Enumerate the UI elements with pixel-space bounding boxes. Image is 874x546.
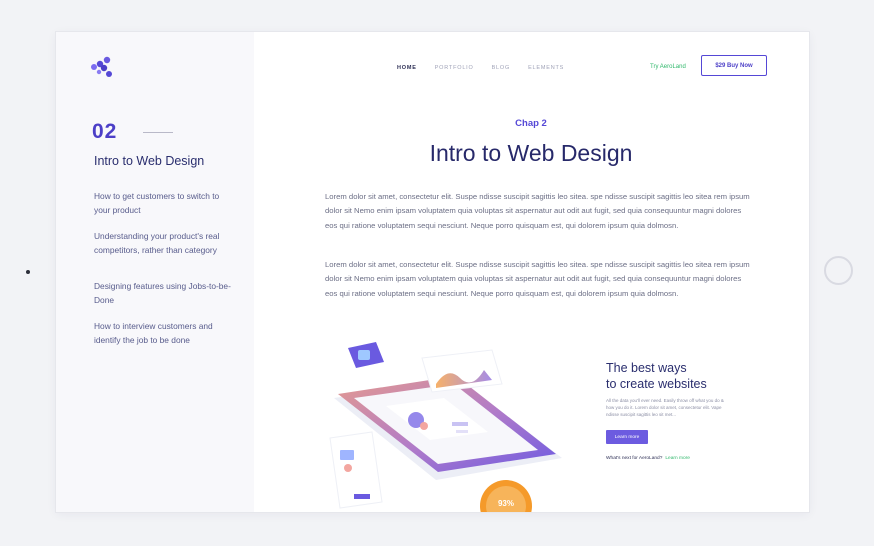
whats-next-line: What's next for AeroLand? Learn more <box>606 456 690 461</box>
percentage-badge-label: 93% <box>498 499 514 508</box>
promo-title-line-1: The best ways <box>606 361 687 375</box>
buy-now-button[interactable]: $29 Buy Now <box>701 55 767 76</box>
learn-more-button[interactable]: Learn more <box>606 430 648 444</box>
sidebar: 02 Intro to Web Design How to get custom… <box>56 32 254 512</box>
sidebar-item-interview-customers[interactable]: How to interview customers and identify … <box>94 319 234 347</box>
sidebar-item-jobs-to-be-done[interactable]: Designing features using Jobs-to-be-Done <box>94 279 234 307</box>
sidebar-item-competitors[interactable]: Understanding your product's real compet… <box>94 229 234 257</box>
page-frame: 02 Intro to Web Design How to get custom… <box>56 32 809 512</box>
promo-title-line-2: to create websites <box>606 377 707 391</box>
promo-title: The best ways to create websites <box>606 360 707 392</box>
whats-next-learn-more-link[interactable]: Learn more <box>665 456 690 461</box>
body-paragraph-2: Lorem dolor sit amet, consectetur elit. … <box>325 260 750 298</box>
decorative-ring <box>824 256 853 285</box>
promo-description: All the data you'll ever need. Easily th… <box>606 398 724 418</box>
chapter-number: 02 <box>92 120 118 143</box>
body-paragraph-1: Lorem dolor sit amet, consectetur elit. … <box>325 192 750 230</box>
sidebar-item-switch-customers[interactable]: How to get customers to switch to your p… <box>94 189 234 217</box>
website-mockup-illustration: 93% <box>329 342 562 512</box>
decorative-dot <box>26 270 30 274</box>
try-aeroland-link[interactable]: Try AeroLand <box>650 64 686 70</box>
chapter-divider <box>143 132 173 133</box>
top-nav: HOME PORTFOLIO BLOG ELEMENTS <box>397 65 564 71</box>
chart-card <box>421 349 503 393</box>
nav-portfolio[interactable]: PORTFOLIO <box>435 65 474 71</box>
page-title: Intro to Web Design <box>429 140 633 166</box>
whats-next-text: What's next for AeroLand? <box>606 456 663 461</box>
chapter-label: Chap 2 <box>515 118 547 129</box>
nav-blog[interactable]: BLOG <box>492 65 510 71</box>
sidebar-topic-list: How to get customers to switch to your p… <box>94 189 234 359</box>
nav-home[interactable]: HOME <box>397 65 417 71</box>
sidebar-title: Intro to Web Design <box>94 154 205 168</box>
nav-elements[interactable]: ELEMENTS <box>528 65 564 71</box>
logo-icon[interactable] <box>90 56 114 78</box>
